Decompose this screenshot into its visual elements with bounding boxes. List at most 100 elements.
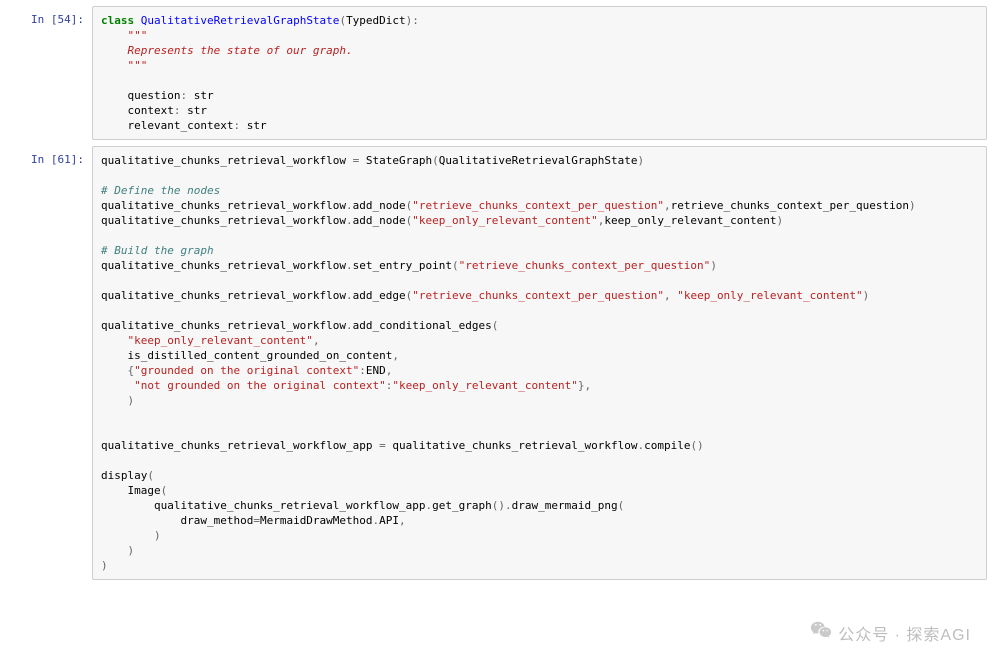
token-name: qualitative_chunks_retrieval_workflow: [386, 439, 638, 452]
token-name: Image: [101, 484, 161, 497]
token-name: [101, 29, 128, 42]
token-name: qualitative_chunks_retrieval_workflow: [101, 214, 346, 227]
token-name: TypedDict: [346, 14, 406, 27]
token-op: ): [710, 259, 717, 272]
token-name: END: [366, 364, 386, 377]
token-name: keep_only_relevant_content: [604, 214, 776, 227]
watermark: 公众号 · 探索AGI: [810, 619, 971, 646]
token-op: (: [452, 259, 459, 272]
code-cell: In [54]:class QualitativeRetrievalGraphS…: [6, 6, 987, 140]
token-op: ,: [386, 364, 393, 377]
token-name: add_edge: [353, 289, 406, 302]
token-str: "grounded on the original context": [134, 364, 359, 377]
token-name: qualitative_chunks_retrieval_workflow: [101, 154, 353, 167]
token-op: :: [359, 364, 366, 377]
token-com: # Build the graph: [101, 244, 214, 257]
token-name: [101, 379, 134, 392]
token-name: qualitative_chunks_retrieval_workflow: [101, 289, 346, 302]
token-name: display: [101, 469, 147, 482]
code-cell: In [61]:qualitative_chunks_retrieval_wor…: [6, 146, 987, 580]
token-name: [101, 529, 154, 542]
token-name: StateGraph: [359, 154, 432, 167]
token-name: context: [101, 104, 174, 117]
token-str: "retrieve_chunks_context_per_question": [412, 289, 664, 302]
token-op: (: [492, 319, 499, 332]
token-str: "keep_only_relevant_content": [412, 214, 597, 227]
token-docstr: """: [101, 59, 147, 72]
token-op: (: [618, 499, 625, 512]
token-op: ): [154, 529, 161, 542]
token-name: [101, 544, 128, 557]
token-name: str: [187, 89, 214, 102]
token-name: draw_method: [101, 514, 253, 527]
token-name: qualitative_chunks_retrieval_workflow: [101, 259, 346, 272]
token-str: "keep_only_relevant_content": [677, 289, 862, 302]
wechat-icon: [810, 619, 832, 646]
token-str: "keep_only_relevant_content": [392, 379, 577, 392]
token-op: ,: [313, 334, 320, 347]
token-op: .: [346, 289, 353, 302]
token-op: ): [637, 154, 644, 167]
notebook-container: In [54]:class QualitativeRetrievalGraphS…: [6, 6, 987, 580]
token-str: "retrieve_chunks_context_per_question": [412, 199, 664, 212]
token-name: retrieve_chunks_context_per_question: [671, 199, 909, 212]
token-name: add_node: [353, 214, 406, 227]
token-kw-green: class: [101, 14, 134, 27]
token-op: ): [128, 544, 135, 557]
token-op: ,: [664, 289, 677, 302]
token-name: str: [240, 119, 267, 132]
token-op: ):: [406, 14, 419, 27]
token-op: ,: [392, 349, 399, 362]
token-name: API: [379, 514, 399, 527]
cell-prompt: In [61]:: [6, 146, 92, 580]
token-name: draw_mermaid_png: [512, 499, 618, 512]
token-op: ): [863, 289, 870, 302]
token-op: .: [346, 199, 353, 212]
token-name: [101, 364, 128, 377]
token-op: ): [128, 394, 135, 407]
token-op: ().: [492, 499, 512, 512]
token-name: relevant_context: [101, 119, 233, 132]
code-input[interactable]: qualitative_chunks_retrieval_workflow = …: [92, 146, 987, 580]
token-op: (: [161, 484, 168, 497]
token-docstr: """: [128, 29, 148, 42]
token-name: qualitative_chunks_retrieval_workflow_ap…: [101, 499, 426, 512]
token-op: ): [909, 199, 916, 212]
token-name: question: [101, 89, 180, 102]
token-name: add_conditional_edges: [353, 319, 492, 332]
token-str: "not grounded on the original context": [134, 379, 386, 392]
token-name: compile: [644, 439, 690, 452]
token-name: add_node: [353, 199, 406, 212]
token-op: .: [346, 259, 353, 272]
token-docstr: Represents the state of our graph.: [101, 44, 353, 57]
token-name: [134, 14, 141, 27]
token-name: qualitative_chunks_retrieval_workflow: [101, 319, 346, 332]
token-op: =: [253, 514, 260, 527]
token-op: .: [346, 214, 353, 227]
token-str: "retrieve_chunks_context_per_question": [459, 259, 711, 272]
token-name: qualitative_chunks_retrieval_workflow: [101, 199, 346, 212]
token-op: .: [346, 319, 353, 332]
token-name: qualitative_chunks_retrieval_workflow_ap…: [101, 439, 379, 452]
token-name: get_graph: [432, 499, 492, 512]
token-name: [101, 334, 128, 347]
cell-prompt: In [54]:: [6, 6, 92, 140]
token-op: (: [147, 469, 154, 482]
code-input[interactable]: class QualitativeRetrievalGraphState(Typ…: [92, 6, 987, 140]
token-com: # Define the nodes: [101, 184, 220, 197]
token-op: },: [578, 379, 591, 392]
token-op: ,: [664, 199, 671, 212]
token-name: [101, 394, 128, 407]
token-name: is_distilled_content_grounded_on_content: [101, 349, 392, 362]
token-op: (: [432, 154, 439, 167]
token-name: set_entry_point: [353, 259, 452, 272]
token-name: str: [180, 104, 207, 117]
watermark-text: 公众号 · 探索AGI: [838, 621, 971, 645]
token-op: =: [379, 439, 386, 452]
token-op: ): [101, 559, 108, 572]
token-name: QualitativeRetrievalGraphState: [439, 154, 638, 167]
token-op: ,: [399, 514, 406, 527]
token-name: MermaidDrawMethod: [260, 514, 373, 527]
token-op: ): [777, 214, 784, 227]
token-str: "keep_only_relevant_content": [128, 334, 313, 347]
